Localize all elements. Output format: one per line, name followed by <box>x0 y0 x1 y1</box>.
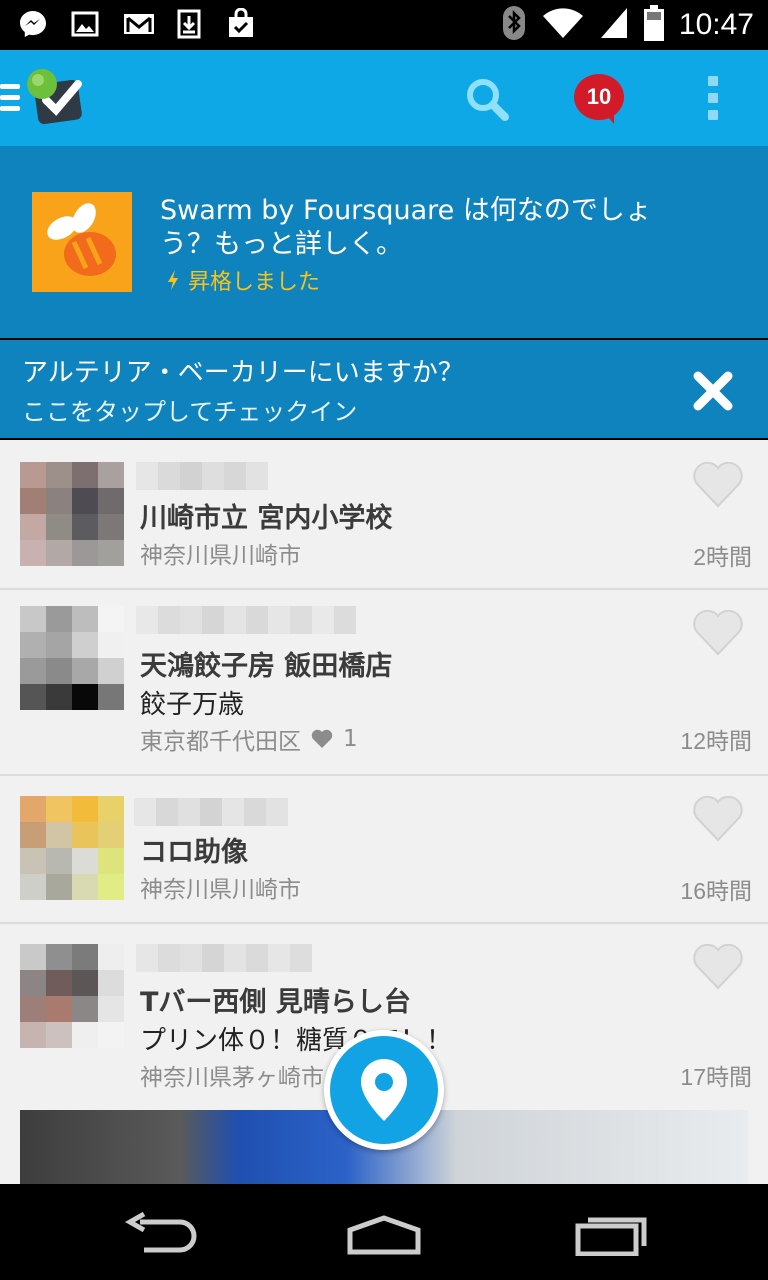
bluetooth-icon <box>501 4 527 46</box>
system-nav-bar <box>0 1184 768 1280</box>
like-count: 1 <box>343 726 358 752</box>
overflow-menu-icon[interactable] <box>698 76 728 120</box>
venue-name[interactable]: 川崎市立 宮内小学校 <box>140 496 392 535</box>
checkin-time: 17時間 <box>680 1064 752 1090</box>
lightning-icon <box>168 270 178 290</box>
like-count-heart-icon <box>311 729 333 748</box>
close-icon[interactable] <box>688 366 738 416</box>
avatar[interactable] <box>20 462 124 566</box>
venue-location: 神奈川県茅ヶ崎市 <box>140 1065 324 1091</box>
promo-title: Swarm by Foursquare は何なのでしょう？もっと詳しく。 <box>160 195 652 260</box>
checkin-fab-button[interactable] <box>324 1030 444 1150</box>
heart-icon[interactable] <box>692 609 744 656</box>
venue-location: 神奈川県川崎市 <box>140 543 301 569</box>
list-item[interactable]: コロ助像 神奈川県川崎市 16時間 <box>0 776 768 924</box>
checkin-time: 2時間 <box>693 544 752 570</box>
list-item[interactable]: 天鴻餃子房 飯田橋店 餃子万歳 東京都千代田区 1 12時間 <box>0 590 768 776</box>
back-icon[interactable] <box>122 1211 202 1256</box>
swarm-promo-banner[interactable]: Swarm by Foursquare は何なのでしょう？もっと詳しく。 昇格し… <box>0 146 768 338</box>
avatar[interactable] <box>20 606 124 710</box>
heart-icon[interactable] <box>692 461 744 508</box>
user-name-pixelated <box>136 944 312 972</box>
user-name-pixelated <box>134 798 288 826</box>
search-icon[interactable] <box>462 74 512 124</box>
venue-name[interactable]: コロ助像 <box>140 830 248 869</box>
clock: 10:47 <box>678 8 754 41</box>
checkin-time: 12時間 <box>680 728 752 754</box>
download-icon <box>174 8 204 40</box>
foursquare-logo-icon[interactable] <box>26 68 92 128</box>
promo-status-text: 昇格しました <box>188 270 321 295</box>
drawer-menu-icon[interactable] <box>0 84 20 117</box>
home-icon[interactable] <box>344 1212 424 1256</box>
venue-location: 東京都千代田区 1 <box>140 726 358 755</box>
wifi-icon <box>541 6 585 44</box>
status-bar: 10:47 <box>0 0 768 50</box>
battery-icon <box>643 4 665 46</box>
venue-location: 神奈川県川崎市 <box>140 877 301 903</box>
messenger-icon <box>18 8 48 40</box>
venue-name[interactable]: Tバー西側 見晴らし台 <box>140 980 411 1019</box>
swarm-app-icon <box>32 192 132 292</box>
heart-icon[interactable] <box>692 795 744 842</box>
checkin-shout: 餃子万歳 <box>140 690 245 720</box>
image-icon <box>70 8 100 40</box>
app-bar: 10 <box>0 50 768 146</box>
notification-count-badge: 10 <box>574 74 624 120</box>
promo-status: 昇格しました <box>166 264 320 296</box>
checkin-action: ここをタップしてチェックイン <box>22 398 358 426</box>
list-item[interactable]: 川崎市立 宮内小学校 神奈川県川崎市 2時間 <box>0 440 768 590</box>
shopping-bag-icon <box>226 7 256 40</box>
checkin-time: 16時間 <box>680 878 752 904</box>
notifications-button[interactable]: 10 <box>574 74 626 126</box>
recent-apps-icon[interactable] <box>572 1212 652 1257</box>
heart-icon[interactable] <box>692 943 744 990</box>
checkin-question: アルテリア・ベーカリーにいますか？ <box>22 358 464 388</box>
avatar[interactable] <box>20 944 124 1048</box>
venue-name[interactable]: 天鴻餃子房 飯田橋店 <box>140 644 392 683</box>
user-name-pixelated <box>136 606 356 634</box>
signal-icon <box>599 6 629 44</box>
location-pin-icon <box>361 1059 407 1121</box>
avatar[interactable] <box>20 796 124 900</box>
checkin-prompt[interactable]: アルテリア・ベーカリーにいますか？ ここをタップしてチェックイン <box>0 340 768 438</box>
gmail-icon <box>122 8 154 40</box>
user-name-pixelated <box>136 462 268 490</box>
